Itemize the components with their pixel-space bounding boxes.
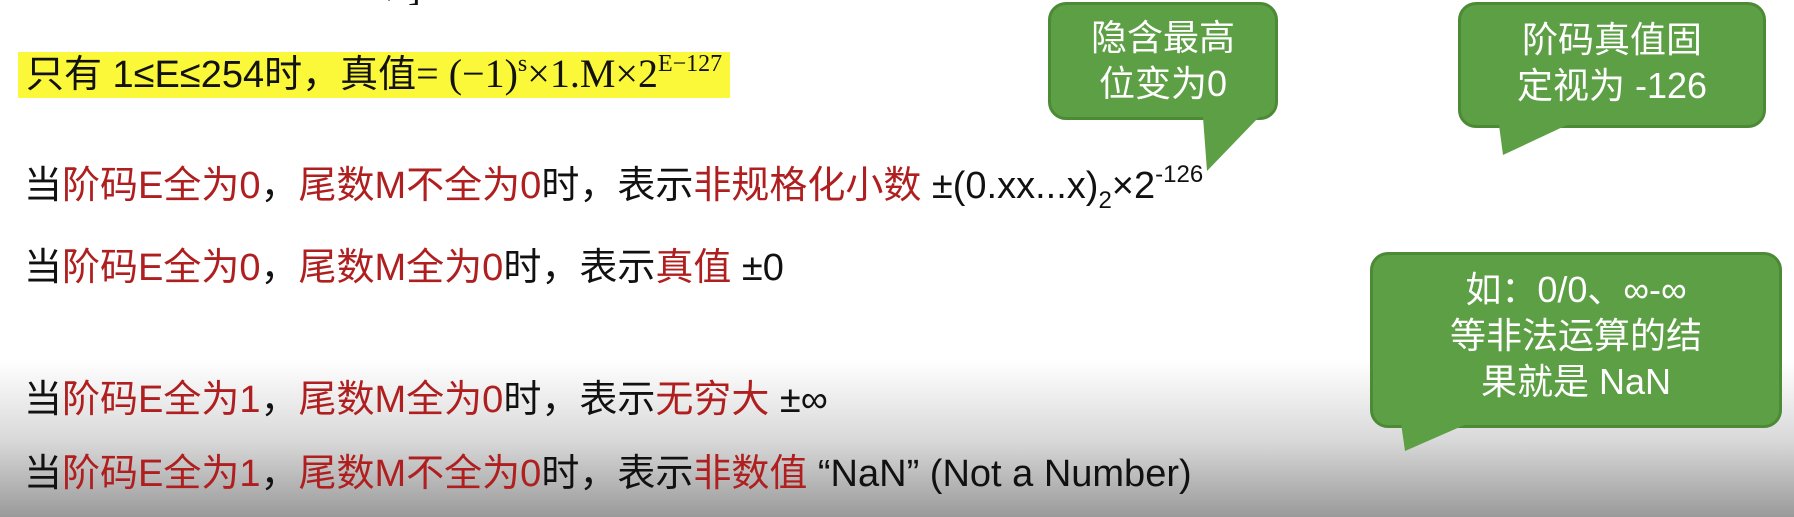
text-segment: ， xyxy=(260,453,299,495)
mantissa-condition: 尾数M全为0 xyxy=(298,247,504,289)
zero-line: 当阶码E全为0，尾数M全为0时，表示真值 ±0 xyxy=(24,244,784,292)
formula-exponent: -126 xyxy=(1155,161,1204,188)
mantissa-condition: 尾数M全为0 xyxy=(298,379,504,421)
result-value: ±∞ xyxy=(769,379,828,421)
cutoff-top-fragment: / ] xyxy=(388,0,421,10)
text-segment: 当 xyxy=(24,379,63,421)
callout-text: 如：0/0、∞-∞ xyxy=(1465,269,1687,310)
exponent-condition: 阶码E全为0 xyxy=(62,247,261,289)
value-formula: = (−1)s×1.M×2E−127 xyxy=(416,51,722,96)
formula-times: ×2 xyxy=(1111,165,1156,207)
callout-exponent-value: 阶码真值固 定视为 -126 xyxy=(1458,2,1766,155)
formula-main: = (−1) xyxy=(416,51,518,96)
text-segment: 当 xyxy=(24,247,63,289)
text-segment: ， xyxy=(260,165,299,207)
infinity-line: 当阶码E全为1，尾数M全为0时，表示无穷大 ±∞ xyxy=(24,376,828,424)
result-value: “NaN” (Not a Number) xyxy=(807,453,1192,495)
callout-text: 等非法运算的结 xyxy=(1449,315,1702,356)
callout-text: 果就是 NaN xyxy=(1480,361,1672,402)
callout-text: 隐含最高 xyxy=(1090,17,1235,58)
formula-sign-exponent: s xyxy=(517,51,528,77)
result-value: ±0 xyxy=(731,247,784,289)
nan-line: 当阶码E全为1，尾数M不全为0时，表示非数值 “NaN” (Not a Numb… xyxy=(24,450,1192,498)
formula-base-subscript: 2 xyxy=(1098,187,1112,214)
formula-exponent: E−127 xyxy=(657,51,723,77)
result-term: 真值 xyxy=(655,247,732,289)
result-term: 非规格化小数 xyxy=(693,165,922,207)
text-segment: ， xyxy=(260,247,299,289)
denormalized-line: 当阶码E全为0，尾数M不全为0时，表示非规格化小数 ±(0.xx...x)2×2… xyxy=(24,162,1203,213)
callout-hidden-bit: 隐含最高 位变为0 xyxy=(1048,2,1278,171)
callout-nan-example: 如：0/0、∞-∞ 等非法运算的结 果就是 NaN xyxy=(1370,252,1782,451)
normalized-condition-line: 只有 1≤E≤254时，真值= (−1)s×1.M×2E−127 xyxy=(18,50,731,99)
formula-main: ±(0.xx...x) xyxy=(921,165,1099,207)
formula-rest: ×1.M×2 xyxy=(527,51,658,96)
text-segment: 当 xyxy=(24,165,63,207)
text-segment: 时，表示 xyxy=(503,379,656,421)
exponent-condition: 阶码E全为1 xyxy=(62,453,261,495)
text-segment: 当 xyxy=(24,453,63,495)
text-segment: ， xyxy=(260,379,299,421)
denormal-formula: ±(0.xx...x)2×2-126 xyxy=(921,163,1203,213)
callout-tail xyxy=(1401,423,1469,451)
result-term: 无穷大 xyxy=(655,379,770,421)
result-term: 非数值 xyxy=(693,453,808,495)
callout-text: 定视为 -126 xyxy=(1516,65,1708,106)
exponent-condition: 阶码E全为0 xyxy=(62,165,261,207)
text-segment: 时，表示 xyxy=(503,247,656,289)
callout-tail xyxy=(1499,125,1567,155)
text-segment: 时，表示 xyxy=(541,453,694,495)
callout-text: 阶码真值固 xyxy=(1521,19,1702,60)
exponent-condition: 阶码E全为1 xyxy=(62,379,261,421)
highlighted-condition: 只有 1≤E≤254时，真值= (−1)s×1.M×2E−127 xyxy=(18,51,731,98)
text-segment: 时，表示 xyxy=(541,165,694,207)
callout-text: 位变为0 xyxy=(1098,63,1228,104)
callout-tail xyxy=(1203,117,1259,171)
mantissa-condition: 尾数M不全为0 xyxy=(298,165,542,207)
mantissa-condition: 尾数M不全为0 xyxy=(298,453,542,495)
condition-text: 只有 1≤E≤254时，真值 xyxy=(26,54,417,96)
